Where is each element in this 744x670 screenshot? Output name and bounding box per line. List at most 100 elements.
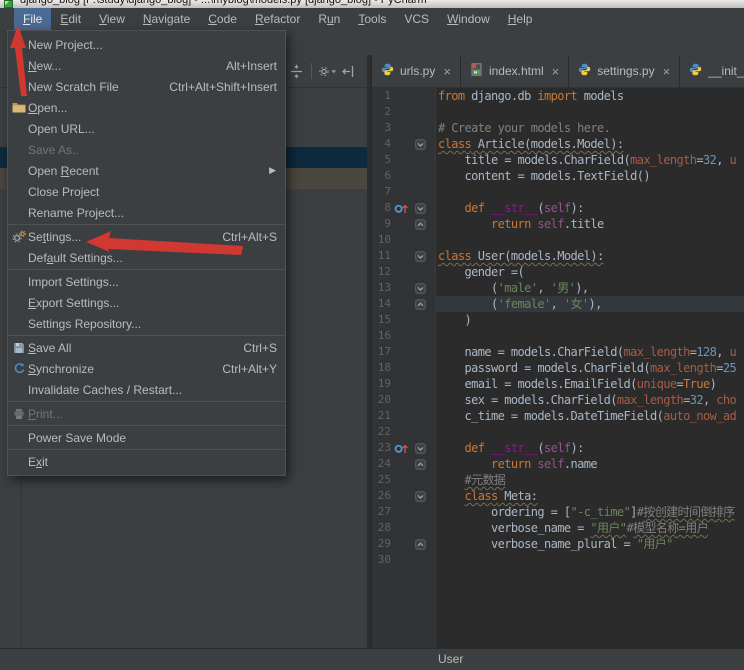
tab-close-icon[interactable]: × — [663, 65, 671, 78]
gutter-icon-slot — [391, 88, 411, 104]
fold-slot — [411, 120, 435, 136]
code-token: , — [537, 281, 551, 295]
code-token: self — [537, 457, 564, 471]
menu-item-close-project[interactable]: Close Project — [8, 181, 285, 202]
fold-collapse-icon[interactable] — [411, 280, 435, 296]
line-number: 16 — [377, 329, 391, 342]
menubar-item-vcs[interactable]: VCS — [395, 8, 438, 30]
code-token: ( — [537, 441, 544, 455]
override-method-icon[interactable] — [391, 440, 411, 456]
line-number: 25 — [377, 473, 391, 486]
menubar-item-help[interactable]: Help — [499, 8, 542, 30]
label-text: elp — [516, 12, 533, 26]
gutter-icon-slot — [391, 168, 411, 184]
tab-urls-py[interactable]: urls.py × — [372, 55, 461, 87]
gutter-icon-slot — [391, 424, 411, 440]
fold-end-icon[interactable] — [411, 456, 435, 472]
fold-end-icon[interactable] — [411, 216, 435, 232]
code-line-text: password = models.CharField(max_length=2… — [435, 360, 744, 376]
gutter-icon-slot — [391, 312, 411, 328]
menubar-item-edit[interactable]: Edit — [51, 8, 90, 30]
fold-collapse-icon[interactable] — [411, 248, 435, 264]
menubar-item-view[interactable]: View — [90, 8, 134, 30]
menubar-item-navigate[interactable]: Navigate — [134, 8, 199, 30]
menu-item-shortcut: Ctrl+Alt+S — [222, 229, 277, 244]
gutter-icon-slot — [391, 360, 411, 376]
code-line: 21 c_time = models.DateTimeField(auto_no… — [372, 408, 744, 424]
menu-item-import-settings[interactable]: Import Settings... — [8, 271, 285, 292]
menu-item-print: Print... — [8, 403, 285, 424]
menu-item-settings-repository[interactable]: Settings Repository... — [8, 313, 285, 334]
gear-dropdown-icon[interactable] — [317, 64, 338, 84]
menu-item-save-all[interactable]: Save All Ctrl+S — [8, 337, 285, 358]
fold-end-icon[interactable] — [411, 296, 435, 312]
menu-item-label: Open Recent — [28, 164, 99, 178]
line-number: 19 — [377, 377, 391, 390]
code-line-text: sex = models.CharField(max_length=32, ch… — [435, 392, 744, 408]
menu-item-power-save-mode[interactable]: Power Save Mode — [8, 427, 285, 448]
code-line-text: content = models.TextField() — [435, 168, 744, 184]
tab-close-icon[interactable]: × — [443, 65, 451, 78]
code-line: 29 verbose_name_plural = "用户" — [372, 536, 744, 552]
menu-item-default-settings[interactable]: Default Settings... — [8, 247, 285, 268]
tab-settings-py[interactable]: settings.py × — [569, 55, 681, 87]
menu-item-synchronize[interactable]: Synchronize Ctrl+Alt+Y — [8, 358, 285, 379]
override-method-icon[interactable] — [391, 200, 411, 216]
line-number: 24 — [377, 457, 391, 470]
structure-breadcrumb-user[interactable]: User — [438, 652, 463, 666]
code-token: verbose_name_plural = — [438, 537, 637, 551]
gutter-icon-slot — [391, 536, 411, 552]
fold-collapse-icon[interactable] — [411, 136, 435, 152]
label-text: ave All — [36, 340, 72, 355]
fold-collapse-icon[interactable] — [411, 488, 435, 504]
gutter-icon-slot — [391, 408, 411, 424]
code-line: 22 — [372, 424, 744, 440]
menu-item-new-project[interactable]: New Project... — [8, 34, 285, 55]
tab-index-html[interactable]: index.html × — [461, 55, 570, 87]
line-number: 17 — [377, 345, 391, 358]
menu-item-new-scratch-file[interactable]: New Scratch File Ctrl+Alt+Shift+Insert — [8, 76, 285, 97]
code-token: "-c_time" — [570, 505, 631, 519]
menubar-item-run[interactable]: Run — [309, 8, 349, 30]
code-token: 'female' — [497, 297, 552, 311]
menu-item-label: Settings... — [28, 230, 81, 244]
code-editor[interactable]: 1 from django.db import models 2 3 # Create … — [372, 88, 744, 648]
menu-item-rename-project[interactable]: Rename Project... — [8, 202, 285, 223]
fold-collapse-icon[interactable] — [411, 440, 435, 456]
hide-panel-icon[interactable] — [341, 64, 356, 84]
editor-tab-bar: urls.py × index.html × settings.py × __init__× — [372, 55, 744, 88]
fold-collapse-icon[interactable] — [411, 200, 435, 216]
fold-slot — [411, 168, 435, 184]
tab-init[interactable]: __init__× — [680, 55, 744, 87]
tab-close-icon[interactable]: × — [552, 65, 560, 78]
code-token: gender =( — [438, 265, 525, 279]
menubar-item-refactor[interactable]: Refactor — [246, 8, 309, 30]
menubar-item-tools[interactable]: Tools — [349, 8, 395, 30]
menu-item-open[interactable]: Open... — [8, 97, 285, 118]
menu-item-export-settings[interactable]: Export Settings... — [8, 292, 285, 313]
bottom-bar: User — [0, 648, 744, 670]
fold-slot — [411, 232, 435, 248]
fold-end-icon[interactable] — [411, 536, 435, 552]
menubar-item-window[interactable]: Window — [438, 8, 499, 30]
collapse-icon[interactable] — [289, 64, 304, 84]
mnemonic-letter: u — [326, 12, 334, 26]
menu-item-new[interactable]: New... Alt+Insert — [8, 55, 285, 76]
label-text: xport Settings... — [36, 295, 120, 310]
label-text: indow — [458, 12, 490, 26]
menubar-item-file[interactable]: File — [14, 8, 52, 30]
menu-item-open-recent[interactable]: Open Recent ▶ — [8, 160, 285, 181]
menu-item-open-url[interactable]: Open URL... — [8, 118, 285, 139]
menu-item-invalidate-caches-restart[interactable]: Invalidate Caches / Restart... — [8, 379, 285, 400]
menubar-item-code[interactable]: Code — [199, 8, 246, 30]
code-line: 26 class Meta: — [372, 488, 744, 504]
menu-item-settings[interactable]: Settings... Ctrl+Alt+S — [8, 226, 285, 247]
fold-slot — [411, 408, 435, 424]
menu-item-exit[interactable]: Exit — [8, 451, 285, 472]
code-token: class — [464, 489, 499, 503]
code-line: 20 sex = models.CharField(max_length=32,… — [372, 392, 744, 408]
